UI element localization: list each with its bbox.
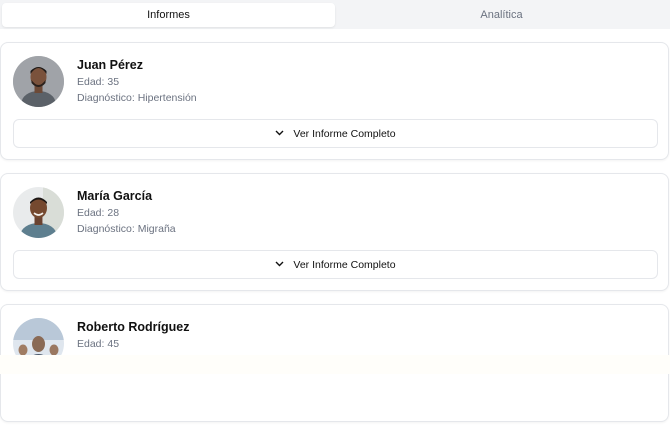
view-full-report-button[interactable]: Ver Informe Completo <box>13 250 658 279</box>
button-label: Ver Informe Completo <box>293 127 396 140</box>
man-smiling-portrait-icon <box>13 187 64 238</box>
man-portrait-icon <box>13 56 64 107</box>
patient-card: María García Edad: 28 Diagnóstico: Migra… <box>0 173 669 291</box>
avatar <box>13 56 64 107</box>
patient-age: Edad: 45 <box>77 338 120 350</box>
chevron-down-icon <box>275 261 284 266</box>
patient-name: Roberto Rodríguez <box>77 320 190 334</box>
view-full-report-button[interactable]: Ver Informe Completo <box>13 119 658 148</box>
avatar <box>13 187 64 238</box>
viewport-bottom-edge <box>0 355 670 374</box>
patient-card: Juan Pérez Edad: 35 Diagnóstico: Hiperte… <box>0 42 669 160</box>
tab-analitica[interactable]: Analítica <box>335 3 668 27</box>
patient-age: Edad: 35 <box>77 76 120 88</box>
tab-bar: Informes Analítica <box>0 0 670 29</box>
patient-age: Edad: 28 <box>77 207 120 219</box>
tab-informes[interactable]: Informes <box>2 3 335 27</box>
patient-diagnosis: Diagnóstico: Migraña <box>77 223 176 235</box>
patient-list: Juan Pérez Edad: 35 Diagnóstico: Hiperte… <box>0 42 670 435</box>
patient-diagnosis: Diagnóstico: Hipertensión <box>77 92 197 104</box>
button-label: Ver Informe Completo <box>293 258 396 271</box>
chevron-down-icon <box>275 130 284 135</box>
patient-name: Juan Pérez <box>77 58 144 72</box>
patient-name: María García <box>77 189 153 203</box>
